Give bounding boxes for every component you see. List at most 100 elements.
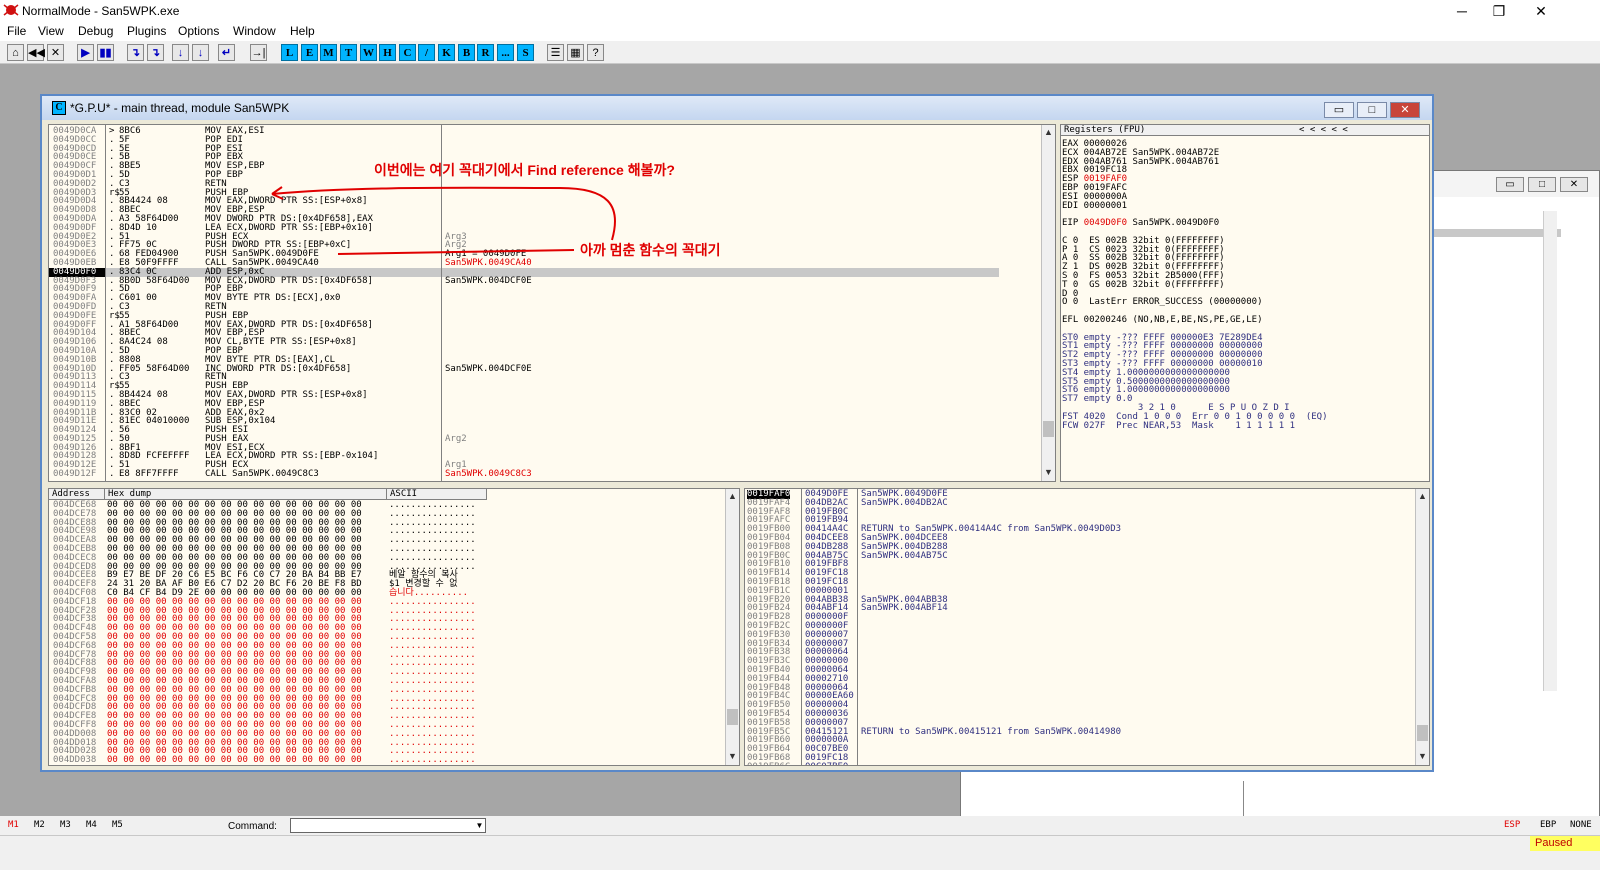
disasm-comment[interactable]	[445, 312, 625, 321]
none-toggle[interactable]: NONE	[1570, 820, 1592, 830]
bg-scrollbar[interactable]	[1543, 211, 1557, 691]
hex-column[interactable]: 8BC6 5F 5E 5B 8BE5 5D C3 55 8B4424 08 8BEC A3 58F6…	[119, 127, 209, 479]
menu-options[interactable]: Options	[178, 24, 219, 38]
dump-rows[interactable]: 004DCE68 00 00 00 00 00 00 00 00 00 00 00…	[49, 501, 489, 765]
disasm-hex[interactable]: 8BE5	[119, 162, 209, 171]
disasm-comment[interactable]: San5WPK.004DCF0E	[445, 364, 625, 374]
scroll-thumb[interactable]	[1417, 725, 1428, 741]
disasm-comment[interactable]	[445, 444, 625, 453]
register-list[interactable]: EAX 00000026 ECX 004AB72E San5WPK.004AB72…	[1062, 140, 1428, 430]
dump-scrollbar[interactable]: ▲ ▼	[725, 489, 739, 765]
register-line[interactable]: EFL 00200246 (NO,NB,E,BE,NS,PE,GE,LE)	[1062, 316, 1428, 325]
address-column[interactable]: 0049D0CA 0049D0CC 0049D0CD 0049D0CE 0049D0CF…	[53, 127, 105, 479]
disasm-comment[interactable]	[445, 127, 625, 136]
disasm-comment[interactable]	[445, 347, 625, 356]
call-stack-button[interactable]: K	[438, 44, 455, 61]
disasm-hex[interactable]: 8B0D 58F64D00	[119, 276, 209, 286]
run-icon[interactable]: ▶	[77, 44, 94, 61]
executable-modules-button[interactable]: E	[301, 44, 318, 61]
disasm-comment[interactable]	[445, 180, 625, 189]
bg-maximize-button[interactable]: □	[1528, 177, 1556, 192]
cpu-maximize-button[interactable]: □	[1357, 102, 1387, 118]
disasm-hex[interactable]: 8D8D FCFEFFFF	[119, 452, 209, 461]
disasm-hex[interactable]: 8A4C24 08	[119, 338, 209, 347]
disasm-hex[interactable]: C3	[119, 373, 209, 382]
disasm-command[interactable]: MOV BYTE PTR DS:[ECX],0x0	[205, 294, 440, 303]
disasm-comment[interactable]	[445, 373, 625, 382]
disasm-address[interactable]: 0049D12F	[53, 470, 105, 479]
stack-comment[interactable]: San5WPK.004AB75C	[861, 551, 948, 561]
stack-comment[interactable]: San5WPK.004DB2AC	[861, 498, 948, 508]
disasm-hex[interactable]: C3	[119, 179, 209, 189]
cpu-minimize-button[interactable]: ▭	[1324, 102, 1354, 118]
disasm-hex[interactable]: C3	[119, 303, 209, 312]
marker-m4[interactable]: M4	[86, 820, 97, 830]
restart-icon[interactable]: ◀◀	[27, 44, 45, 61]
menu-help[interactable]: Help	[290, 24, 315, 38]
marker-m1[interactable]: M1	[8, 820, 19, 830]
disasm-comment[interactable]	[445, 197, 625, 206]
registers-pane[interactable]: Registers (FPU) < < < < < EAX 00000026 ECX…	[1060, 124, 1430, 482]
disasm-comment[interactable]: San5WPK.0049C8C3	[445, 470, 625, 479]
disasm-command[interactable]: INC DWORD PTR DS:[0x4DF658]	[205, 364, 440, 374]
esp-toggle[interactable]: ESP	[1504, 820, 1520, 830]
scroll-up-icon[interactable]: ▲	[726, 491, 739, 503]
scroll-up-icon[interactable]: ▲	[1042, 127, 1055, 139]
maximize-button[interactable]: ❐	[1482, 0, 1516, 22]
menu-debug[interactable]: Debug	[78, 24, 113, 38]
disasm-command[interactable]: CALL San5WPK.0049C8C3	[205, 470, 440, 479]
disasm-comment[interactable]	[445, 206, 625, 215]
disasm-comment[interactable]	[445, 329, 625, 338]
goto-icon[interactable]: →|	[250, 44, 267, 61]
step-over-icon[interactable]: ↴	[147, 44, 164, 61]
disasm-hex[interactable]: 8D4D 10	[119, 223, 209, 233]
breakpoints-button[interactable]: B	[458, 44, 475, 61]
stack-comment[interactable]: RETURN to San5WPK.00415121 from San5WPK.…	[861, 727, 1121, 737]
run-trace-button[interactable]: ...	[497, 44, 514, 61]
disasm-comment[interactable]	[445, 409, 625, 418]
marker-m3[interactable]: M3	[60, 820, 71, 830]
scroll-up-icon[interactable]: ▲	[1416, 491, 1429, 503]
dump-address-header[interactable]: Address	[49, 489, 105, 500]
bg-close-button[interactable]: ✕	[1560, 177, 1588, 192]
disasm-comment[interactable]	[445, 382, 625, 391]
trace-over-icon[interactable]: ↓	[192, 44, 209, 61]
source-button[interactable]: S	[517, 44, 534, 61]
dump-address[interactable]: 004DD038	[53, 756, 96, 765]
marker-m5[interactable]: M5	[112, 820, 123, 830]
disasm-scrollbar[interactable]: ▲ ▼	[1041, 125, 1055, 481]
stack-scrollbar[interactable]: ▲ ▼	[1415, 489, 1429, 765]
ebp-toggle[interactable]: EBP	[1540, 820, 1556, 830]
execute-till-return-icon[interactable]: ↵	[218, 44, 235, 61]
list-icon[interactable]: ☰	[547, 44, 564, 61]
register-line[interactable]: FCW 027F Prec NEAR,53 Mask 1 1 1 1 1 1	[1062, 421, 1428, 431]
disasm-comment[interactable]: Arg2	[445, 434, 625, 444]
disasm-comment[interactable]	[445, 400, 625, 409]
dump-ascii-header[interactable]: ASCII	[387, 489, 487, 500]
disasm-comment[interactable]	[445, 215, 625, 224]
disasm-comment[interactable]	[445, 189, 625, 198]
disasm-comment[interactable]	[445, 145, 625, 154]
scroll-thumb[interactable]	[727, 709, 738, 725]
close-button[interactable]: ✕	[1524, 0, 1558, 22]
register-nav-arrows[interactable]: < < < < <	[1299, 125, 1348, 135]
bg-minimize-button[interactable]: ▭	[1496, 177, 1524, 192]
grid-icon[interactable]: ▦	[567, 44, 584, 61]
log-window-button[interactable]: L	[281, 44, 298, 61]
disasm-comment[interactable]	[445, 417, 625, 426]
trace-into-icon[interactable]: ↓	[172, 44, 189, 61]
memory-map-button[interactable]: M	[320, 44, 337, 61]
menu-window[interactable]: Window	[233, 24, 276, 38]
menu-view[interactable]: View	[38, 24, 64, 38]
scroll-thumb[interactable]	[1043, 421, 1054, 437]
menu-file[interactable]: File	[7, 24, 26, 38]
stack-value[interactable]: 00C07BE0	[805, 762, 848, 765]
stack-address[interactable]: 0019FB6C	[747, 762, 790, 765]
register-line[interactable]: T 0 GS 002B 32bit 0(FFFFFFFF)	[1062, 280, 1428, 290]
register-line[interactable]: EDI 00000001	[1062, 201, 1428, 211]
pause-icon[interactable]: ▮▮	[97, 44, 114, 61]
register-line[interactable]: EIP 0049D0F0 San5WPK.0049D0F0	[1062, 219, 1428, 228]
step-into-icon[interactable]: ↴	[127, 44, 144, 61]
patches-button[interactable]: /	[418, 44, 435, 61]
chevron-down-icon[interactable]: ▼	[474, 819, 485, 832]
